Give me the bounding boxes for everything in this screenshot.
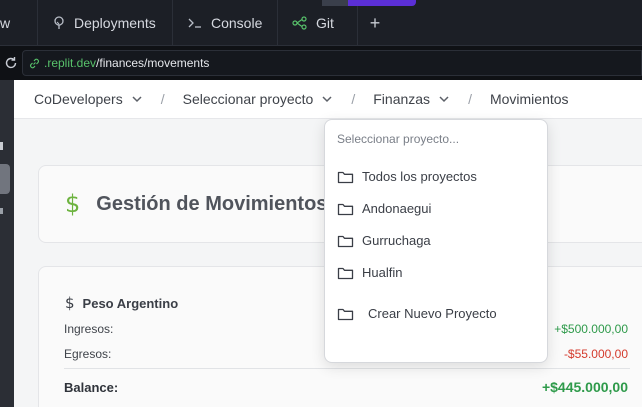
project-option-all[interactable]: Todos los proyectos xyxy=(337,169,477,184)
breadcrumb-separator: / xyxy=(160,91,165,107)
divider xyxy=(64,368,630,369)
tab-truncated[interactable]: w xyxy=(0,0,38,46)
editor-tabstrip: w Deployments Console Git + xyxy=(0,0,642,46)
breadcrumb-separator: / xyxy=(351,91,356,107)
link-icon xyxy=(30,58,39,68)
dollar-icon: $ xyxy=(65,190,81,218)
deployments-icon xyxy=(52,16,66,30)
page-title: Gestión de Movimientos xyxy=(96,192,328,215)
tab-truncated-label: w xyxy=(0,15,11,31)
chevron-down-icon xyxy=(439,96,449,103)
tab-console[interactable]: Console xyxy=(173,0,278,46)
url-host: .replit.dev xyxy=(44,56,97,70)
project-option-label: Andonaegui xyxy=(362,201,432,216)
balance-value: +$445.000,00 xyxy=(541,379,628,395)
chevron-down-icon xyxy=(322,96,332,103)
breadcrumb-separator: / xyxy=(468,91,472,107)
rail-handle[interactable] xyxy=(0,164,10,194)
currency-icon: $ xyxy=(65,294,75,312)
url-bar: .replit.dev/finances/movements xyxy=(0,46,642,80)
tab-git[interactable]: Git xyxy=(278,0,358,46)
folder-icon xyxy=(337,203,354,215)
project-search-input[interactable]: Seleccionar proyecto... xyxy=(337,132,459,146)
expense-value: -$55.000,00 xyxy=(563,347,628,361)
chevron-down-icon xyxy=(132,96,142,103)
breadcrumb-project-selector[interactable]: Seleccionar proyecto xyxy=(183,91,334,107)
tab-deployments[interactable]: Deployments xyxy=(38,0,173,46)
income-value: +$500.000,00 xyxy=(554,322,628,336)
folder-icon xyxy=(337,267,354,279)
balance-label: Balance: xyxy=(64,380,119,395)
new-tab-button[interactable]: + xyxy=(358,0,392,46)
breadcrumb-page: Movimientos xyxy=(490,91,569,107)
reload-icon xyxy=(5,57,17,69)
breadcrumb-project-label: Seleccionar proyecto xyxy=(182,91,314,107)
tab-git-label: Git xyxy=(316,15,334,31)
rail-mark xyxy=(0,142,3,150)
tab-console-label: Console xyxy=(211,15,263,31)
tab-deployments-label: Deployments xyxy=(74,15,156,31)
folder-icon xyxy=(337,171,354,183)
breadcrumb-page-label: Movimientos xyxy=(489,91,569,107)
breadcrumb-section[interactable]: Finanzas xyxy=(373,91,450,107)
project-option-hualfin[interactable]: Hualfin xyxy=(337,265,402,280)
create-project-button[interactable]: Crear Nuevo Proyecto xyxy=(337,306,497,321)
console-icon xyxy=(187,16,203,30)
currency-header: $ Peso Argentino xyxy=(65,294,178,312)
project-option-label: Todos los proyectos xyxy=(362,169,477,184)
url-field[interactable]: .replit.dev/finances/movements xyxy=(22,50,642,76)
breadcrumb-org[interactable]: CoDevelopers xyxy=(34,91,143,107)
breadcrumb: CoDevelopers / Seleccionar proyecto / Fi… xyxy=(14,80,642,119)
rail-mark xyxy=(0,208,3,214)
plus-icon: + xyxy=(369,12,381,33)
create-project-label: Crear Nuevo Proyecto xyxy=(368,306,497,321)
income-label: Ingresos: xyxy=(64,322,114,336)
url-path: /finances/movements xyxy=(96,56,210,70)
reload-button[interactable] xyxy=(0,56,22,70)
project-option-gurruchaga[interactable]: Gurruchaga xyxy=(337,233,431,248)
breadcrumb-org-label: CoDevelopers xyxy=(34,91,123,107)
folder-icon xyxy=(337,235,354,247)
project-option-label: Hualfin xyxy=(362,265,403,280)
side-rail xyxy=(0,80,14,407)
git-icon xyxy=(292,16,308,30)
folder-plus-icon xyxy=(337,308,354,320)
project-dropdown: Seleccionar proyecto... Todos los proyec… xyxy=(324,119,548,363)
currency-name: Peso Argentino xyxy=(82,295,179,311)
breadcrumb-section-label: Finanzas xyxy=(373,91,431,107)
project-option-andonaegui[interactable]: Andonaegui xyxy=(337,201,431,216)
run-button-edge xyxy=(322,0,348,6)
project-option-label: Gurruchaga xyxy=(362,233,431,248)
expense-label: Egresos: xyxy=(64,347,112,361)
